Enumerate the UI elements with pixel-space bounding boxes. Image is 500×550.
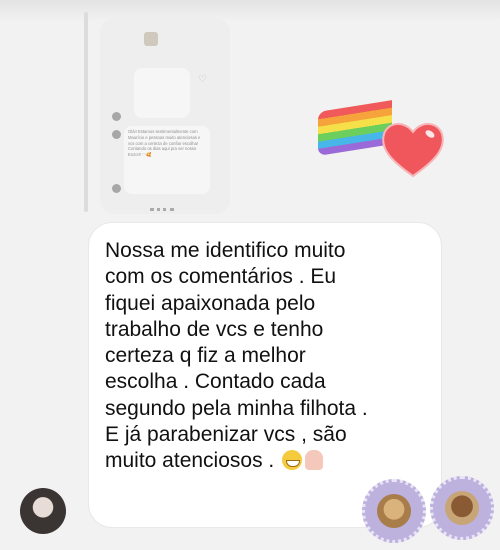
preview-reply-text: Olá!! Estamos sentimentalmente com Maurí… xyxy=(128,129,201,158)
preview-avatar-icon xyxy=(112,184,121,193)
top-fade xyxy=(0,0,500,22)
raising-hands-icon xyxy=(305,450,324,471)
preview-avatar-icon xyxy=(112,112,121,121)
preview-reply-bubble: Olá!! Estamos sentimentalmente com Maurí… xyxy=(124,126,210,194)
comment-body: Nossa me identifico muito com os comentá… xyxy=(105,239,368,473)
preview-page-dots xyxy=(150,208,174,214)
preview-logo-icon xyxy=(144,32,158,46)
user-avatar[interactable] xyxy=(20,488,66,534)
preview-avatar-icon xyxy=(112,130,121,139)
comment-text: Nossa me identifico muito com os comentá… xyxy=(105,238,431,475)
preview-heart-icon: ♡ xyxy=(198,74,207,85)
reply-screenshot-preview[interactable]: ♡ Olá!! Estamos sentimentalmente com Mau… xyxy=(100,18,230,214)
preview-reply-emoji: 🥰 xyxy=(145,152,152,158)
dog-sticker-icon xyxy=(362,479,426,543)
heart-sticker-icon xyxy=(382,123,444,178)
reply-thread-line xyxy=(84,12,88,212)
dog-face-icon xyxy=(445,491,479,525)
grinning-face-icon xyxy=(282,450,303,471)
dog-sticker-icon xyxy=(430,476,494,540)
preview-message-bubble xyxy=(134,68,190,118)
dog-face-icon xyxy=(377,494,411,528)
